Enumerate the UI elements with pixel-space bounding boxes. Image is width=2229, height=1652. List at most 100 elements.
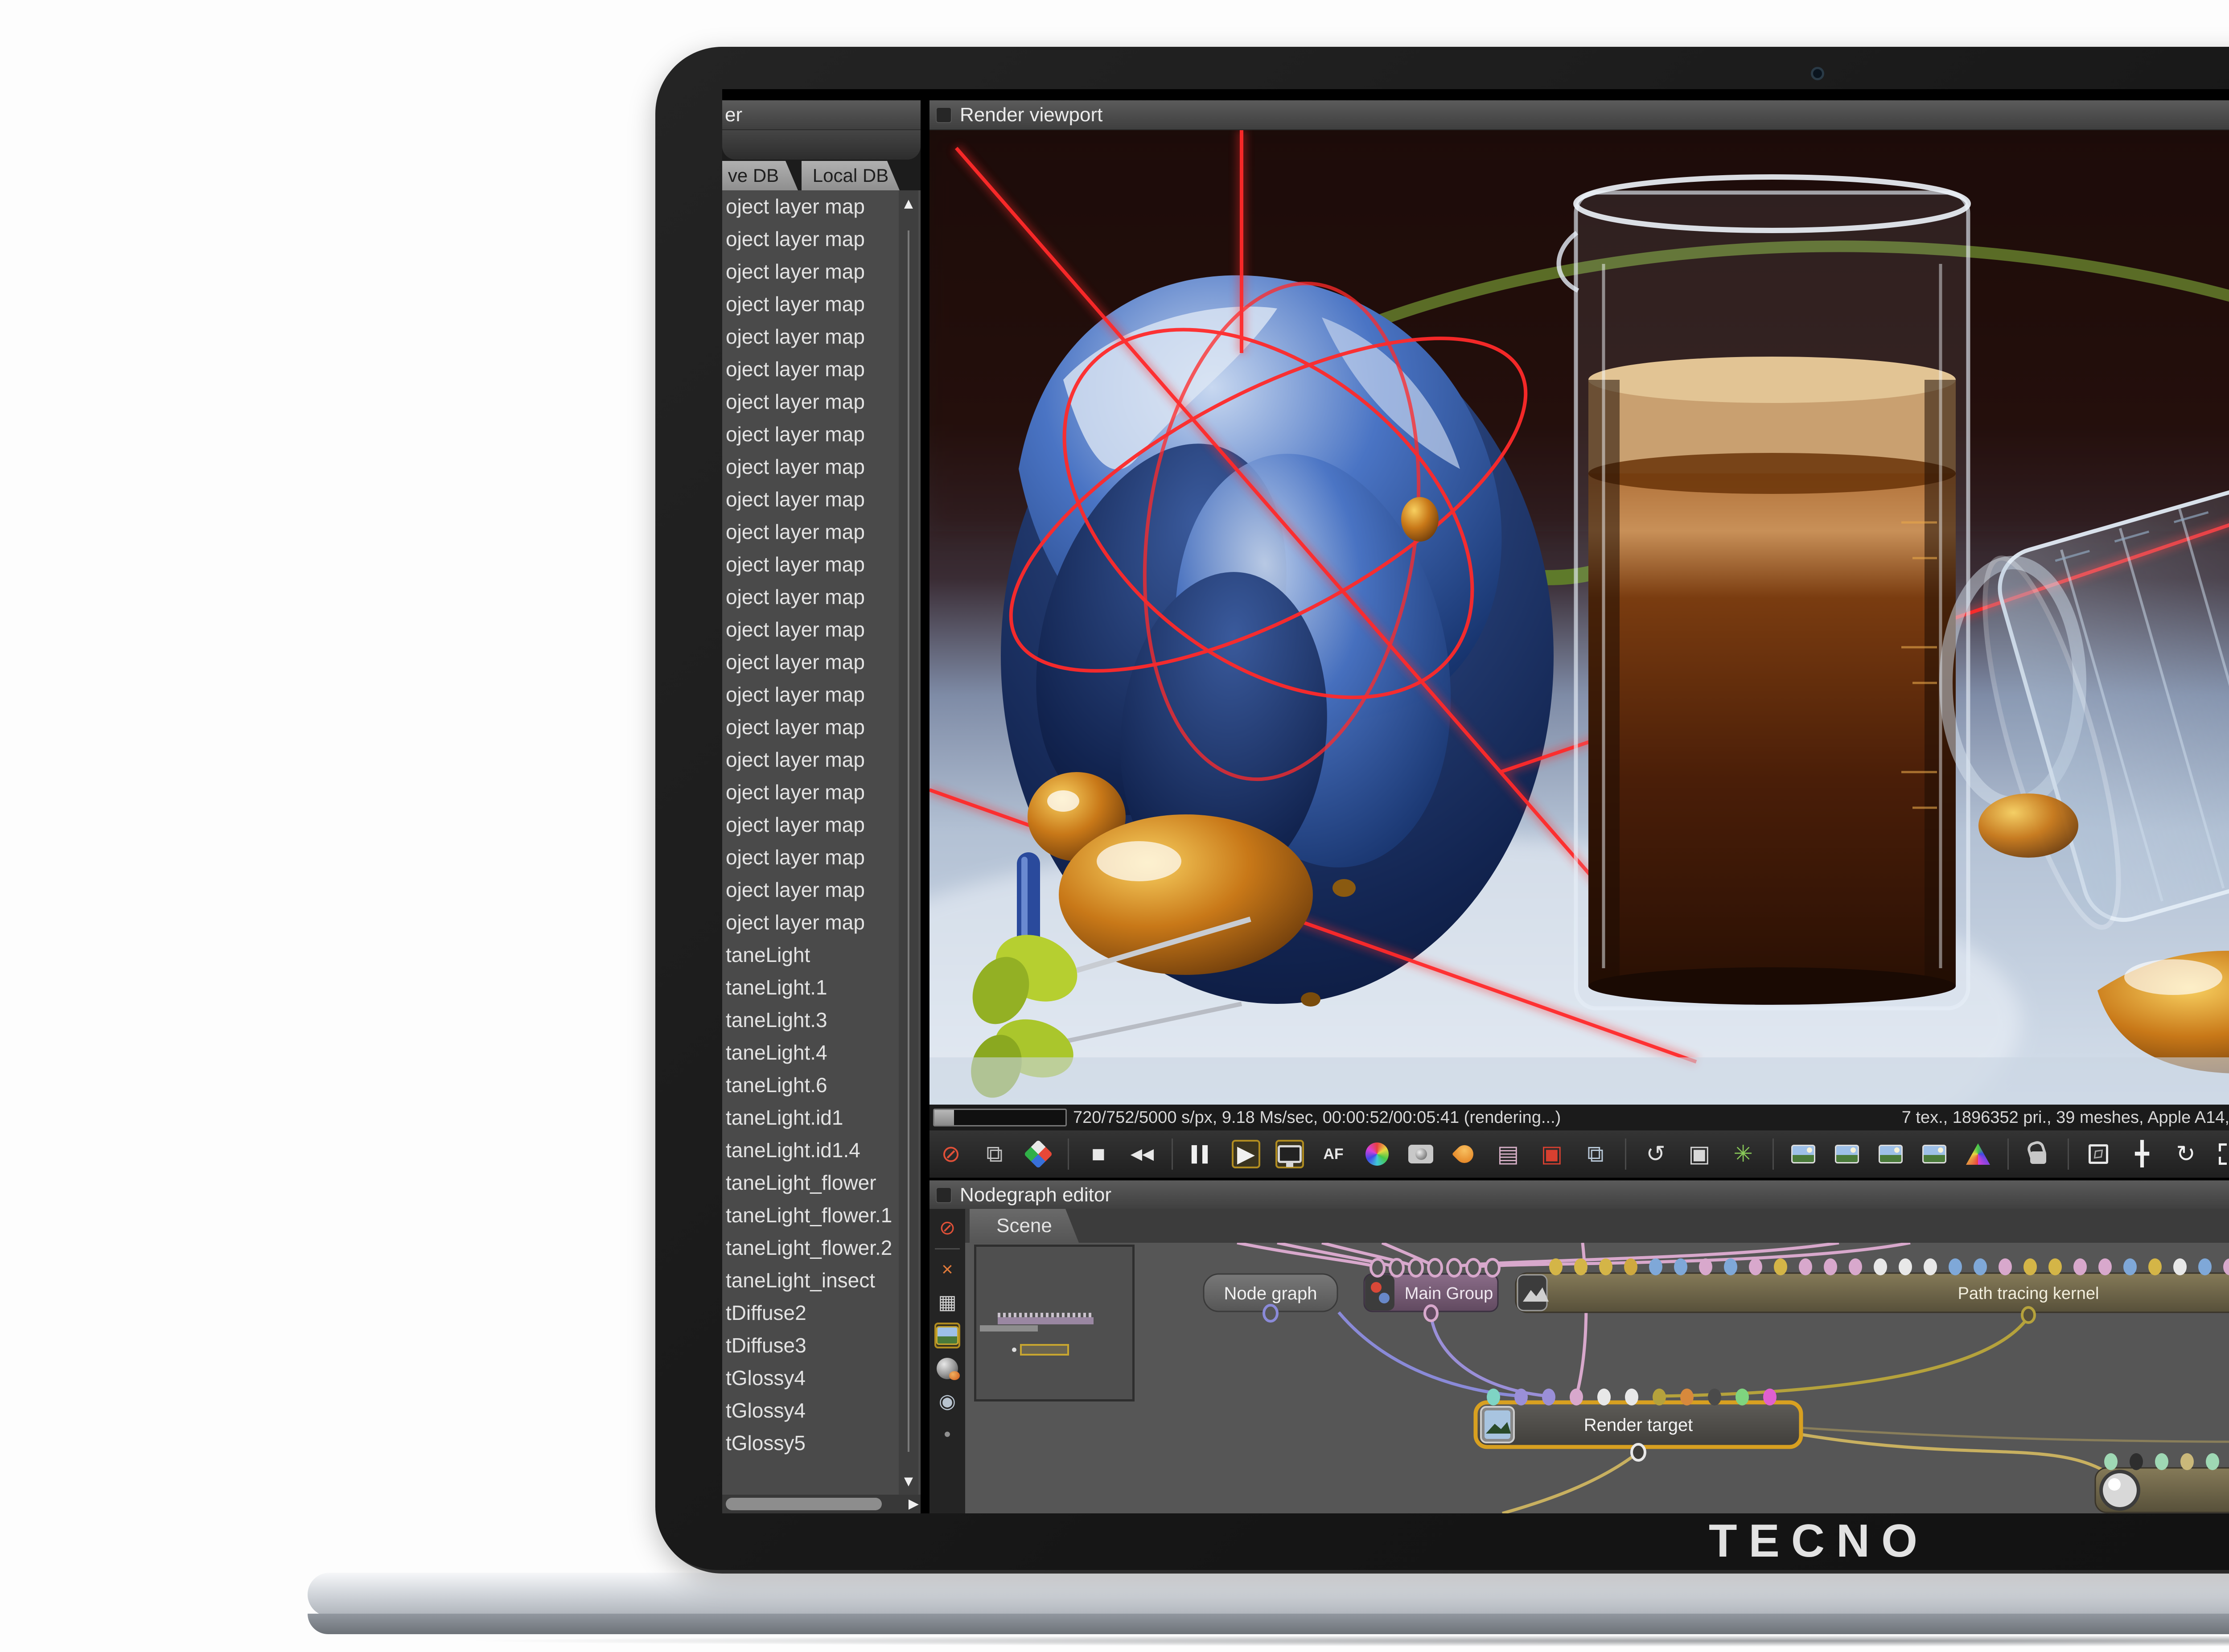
- node-port[interactable]: [2104, 1453, 2118, 1470]
- node-port[interactable]: [1699, 1258, 1712, 1275]
- list-item[interactable]: oject layer map: [722, 190, 921, 223]
- list-item[interactable]: taneLight.1: [722, 971, 921, 1004]
- node-port[interactable]: [1999, 1258, 2012, 1275]
- list-item[interactable]: oject layer map: [722, 353, 921, 386]
- node-port[interactable]: [1486, 1259, 1499, 1276]
- node-port[interactable]: [1735, 1389, 1749, 1405]
- node-port[interactable]: [1649, 1258, 1662, 1275]
- scroll-right-icon[interactable]: ▶: [909, 1495, 919, 1513]
- node-port[interactable]: [1448, 1259, 1461, 1276]
- realtime-monitor-icon[interactable]: [1275, 1140, 1304, 1168]
- node-port[interactable]: [1409, 1259, 1423, 1276]
- render-target-icon[interactable]: [934, 1323, 960, 1348]
- node-main-group[interactable]: Main Group: [1364, 1259, 1499, 1321]
- lock-open-icon[interactable]: [2024, 1140, 2052, 1168]
- layout-grid-icon[interactable]: ▦: [934, 1290, 960, 1315]
- red-picker-icon[interactable]: ▣: [1538, 1140, 1566, 1168]
- node-port[interactable]: [1487, 1389, 1500, 1405]
- node-port[interactable]: [1570, 1389, 1583, 1405]
- node-port[interactable]: [1924, 1258, 1937, 1275]
- dot-icon[interactable]: •: [934, 1422, 960, 1447]
- list-item[interactable]: taneLight.6: [722, 1069, 921, 1101]
- node-port[interactable]: [1428, 1259, 1442, 1276]
- node-render-target[interactable]: Render target: [1476, 1389, 1801, 1460]
- list-item[interactable]: oject layer map: [722, 841, 921, 874]
- gamut-image-icon[interactable]: [1920, 1140, 1949, 1168]
- pan-icon[interactable]: ╋: [2128, 1140, 2156, 1168]
- node-port[interactable]: [1774, 1258, 1787, 1275]
- node-port[interactable]: [2130, 1453, 2143, 1470]
- list-item[interactable]: tGlossy5: [722, 1427, 921, 1459]
- list-item[interactable]: oject layer map: [722, 223, 921, 255]
- list-item[interactable]: oject layer map: [722, 581, 921, 613]
- node-port[interactable]: [2098, 1258, 2112, 1275]
- orbit-icon[interactable]: ↻: [2171, 1140, 2200, 1168]
- save-image-icon[interactable]: [1789, 1140, 1818, 1168]
- list-item[interactable]: oject layer map: [722, 678, 921, 711]
- scroll-down-icon[interactable]: ▼: [899, 1468, 918, 1495]
- list-item[interactable]: taneLight_flower.1: [722, 1199, 921, 1232]
- nodegraph-collapse-checkbox[interactable]: [936, 1187, 952, 1203]
- autofocus-icon[interactable]: AF: [1319, 1140, 1348, 1168]
- nodegraph-minimap[interactable]: [974, 1245, 1135, 1401]
- list-item[interactable]: oject layer map: [722, 809, 921, 841]
- list-item[interactable]: tDiffuse2: [722, 1297, 921, 1329]
- node-port[interactable]: [1624, 1258, 1637, 1275]
- node-port[interactable]: [1708, 1389, 1721, 1405]
- node-port[interactable]: [1625, 1389, 1638, 1405]
- node-diffuse-material[interactable]: Diffuse material: [2095, 1453, 2229, 1512]
- node-port[interactable]: [1899, 1258, 1912, 1275]
- list-item[interactable]: taneLight.3: [722, 1004, 921, 1036]
- node-port[interactable]: [2073, 1258, 2087, 1275]
- node-port[interactable]: [2123, 1258, 2137, 1275]
- tab-live-db[interactable]: ve DB: [722, 161, 798, 190]
- list-item[interactable]: taneLight.id1.4: [722, 1134, 921, 1167]
- node-port[interactable]: [2148, 1258, 2162, 1275]
- list-item[interactable]: oject layer map: [722, 744, 921, 776]
- node-port[interactable]: [2198, 1258, 2212, 1275]
- node-port[interactable]: [1874, 1258, 1887, 1275]
- color-wheel-icon[interactable]: [1363, 1140, 1391, 1168]
- node-port[interactable]: [1949, 1258, 1962, 1275]
- node-port[interactable]: [2155, 1453, 2168, 1470]
- tab-local-db[interactable]: Local DB: [802, 161, 900, 190]
- nav-cube-icon[interactable]: [2084, 1140, 2113, 1168]
- node-node-graph[interactable]: Node graph: [1204, 1274, 1337, 1321]
- horizontal-scrollbar[interactable]: ▶: [722, 1495, 921, 1513]
- list-item[interactable]: tDiffuse3: [722, 1329, 921, 1362]
- vertical-scrollbar[interactable]: ▲ ▼: [899, 190, 918, 1495]
- scroll-up-icon[interactable]: ▲: [899, 190, 918, 217]
- list-item[interactable]: taneLight.4: [722, 1036, 921, 1069]
- layers-icon[interactable]: ▣: [1685, 1140, 1714, 1168]
- list-item[interactable]: oject layer map: [722, 483, 921, 516]
- list-item[interactable]: oject layer map: [722, 288, 921, 321]
- render-viewport-image[interactable]: [929, 130, 2229, 1105]
- stop-icon[interactable]: ■: [1084, 1140, 1113, 1168]
- material-ball-icon[interactable]: [934, 1356, 960, 1381]
- texture-disc-icon[interactable]: ◉: [934, 1389, 960, 1414]
- node-port[interactable]: [1514, 1389, 1528, 1405]
- node-port[interactable]: [1849, 1258, 1862, 1275]
- fit-view-icon[interactable]: [2215, 1140, 2229, 1168]
- node-port[interactable]: [1799, 1258, 1812, 1275]
- list-item[interactable]: oject layer map: [722, 321, 921, 353]
- export-image-icon[interactable]: [1833, 1140, 1861, 1168]
- list-item[interactable]: oject layer map: [722, 255, 921, 288]
- list-item[interactable]: oject layer map: [722, 711, 921, 744]
- node-port[interactable]: [2048, 1258, 2062, 1275]
- node-port[interactable]: [2206, 1453, 2219, 1470]
- node-port[interactable]: [2173, 1258, 2187, 1275]
- list-item[interactable]: taneLight_flower: [722, 1167, 921, 1199]
- node-port[interactable]: [1371, 1259, 1384, 1276]
- list-item[interactable]: oject layer map: [722, 874, 921, 906]
- node-port[interactable]: [2180, 1453, 2194, 1470]
- list-item[interactable]: oject layer map: [722, 776, 921, 809]
- play-icon[interactable]: ▶: [1232, 1140, 1260, 1168]
- collapse-nodes-icon[interactable]: ×: [934, 1257, 960, 1282]
- gamut-triangle-icon[interactable]: [1964, 1140, 1992, 1168]
- list-item[interactable]: tGlossy4: [722, 1362, 921, 1394]
- pause-icon[interactable]: ▌▌: [1188, 1140, 1217, 1168]
- node-port[interactable]: [1749, 1258, 1762, 1275]
- node-link-icon[interactable]: ⧉: [980, 1140, 1009, 1168]
- list-item[interactable]: taneLight_insect: [722, 1264, 921, 1297]
